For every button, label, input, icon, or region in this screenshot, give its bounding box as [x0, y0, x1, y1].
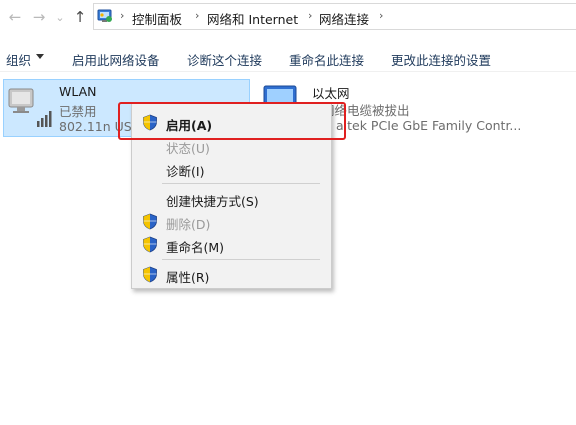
menu-item-delete[interactable]: 删除(D) — [132, 210, 331, 233]
breadcrumb-chevron-icon: › — [379, 9, 384, 22]
organize-button[interactable]: 组织 — [6, 50, 31, 69]
uac-shield-icon — [143, 236, 157, 253]
recent-chevron-down-icon[interactable]: ⌄ — [50, 8, 70, 28]
connection-status: 已禁用 — [59, 104, 97, 119]
breadcrumb-chevron-icon: › — [195, 9, 200, 22]
breadcrumb-network-internet[interactable]: 网络和 Internet — [207, 9, 298, 28]
breadcrumb-network-connections[interactable]: 网络连接 — [319, 9, 369, 28]
annotation-highlight-box — [118, 102, 346, 140]
menu-item-label: 属性(R) — [166, 270, 210, 285]
back-arrow-icon[interactable]: ← — [5, 7, 25, 27]
rename-connection-button[interactable]: 重命名此连接 — [289, 50, 364, 69]
command-toolbar: 组织 启用此网络设备 诊断这个连接 重命名此连接 更改此连接的设置 — [0, 43, 576, 72]
organize-dropdown-icon[interactable] — [36, 54, 44, 59]
uac-shield-icon — [143, 266, 157, 283]
control-panel-icon — [97, 9, 112, 22]
menu-item-rename[interactable]: 重命名(M) — [132, 233, 331, 256]
breadcrumb-chevron-icon: › — [308, 9, 313, 22]
menu-item-label: 创建快捷方式(S) — [166, 194, 259, 209]
menu-item-label: 诊断(I) — [166, 164, 205, 179]
address-bar[interactable]: › 控制面板 › 网络和 Internet › 网络连接 › — [93, 3, 576, 30]
menu-separator — [162, 183, 320, 184]
up-arrow-icon[interactable]: ↑ — [70, 7, 90, 27]
menu-item-label: 状态(U) — [166, 141, 210, 156]
uac-shield-icon — [143, 213, 157, 230]
menu-item-label: 重命名(M) — [166, 240, 225, 255]
diagnose-connection-button[interactable]: 诊断这个连接 — [187, 50, 262, 69]
menu-item-diagnose[interactable]: 诊断(I) — [132, 157, 331, 180]
change-settings-button[interactable]: 更改此连接的设置 — [391, 50, 491, 69]
menu-item-create-shortcut[interactable]: 创建快捷方式(S) — [132, 187, 331, 210]
breadcrumb-chevron-icon: › — [120, 9, 125, 22]
enable-device-button[interactable]: 启用此网络设备 — [72, 50, 160, 69]
wireless-adapter-icon — [8, 88, 52, 127]
breadcrumb-control-panel[interactable]: 控制面板 — [132, 9, 182, 28]
menu-item-label: 删除(D) — [166, 217, 211, 232]
menu-separator — [162, 259, 320, 260]
connection-device: altek PCIe GbE Family Contr... — [336, 118, 522, 133]
menu-item-properties[interactable]: 属性(R) — [132, 263, 331, 286]
address-row: ← → ⌄ ↑ › 控制面板 › 网络和 Internet › 网络连接 › — [0, 0, 576, 34]
connection-name: WLAN — [59, 84, 97, 99]
forward-arrow-icon[interactable]: → — [29, 7, 49, 27]
